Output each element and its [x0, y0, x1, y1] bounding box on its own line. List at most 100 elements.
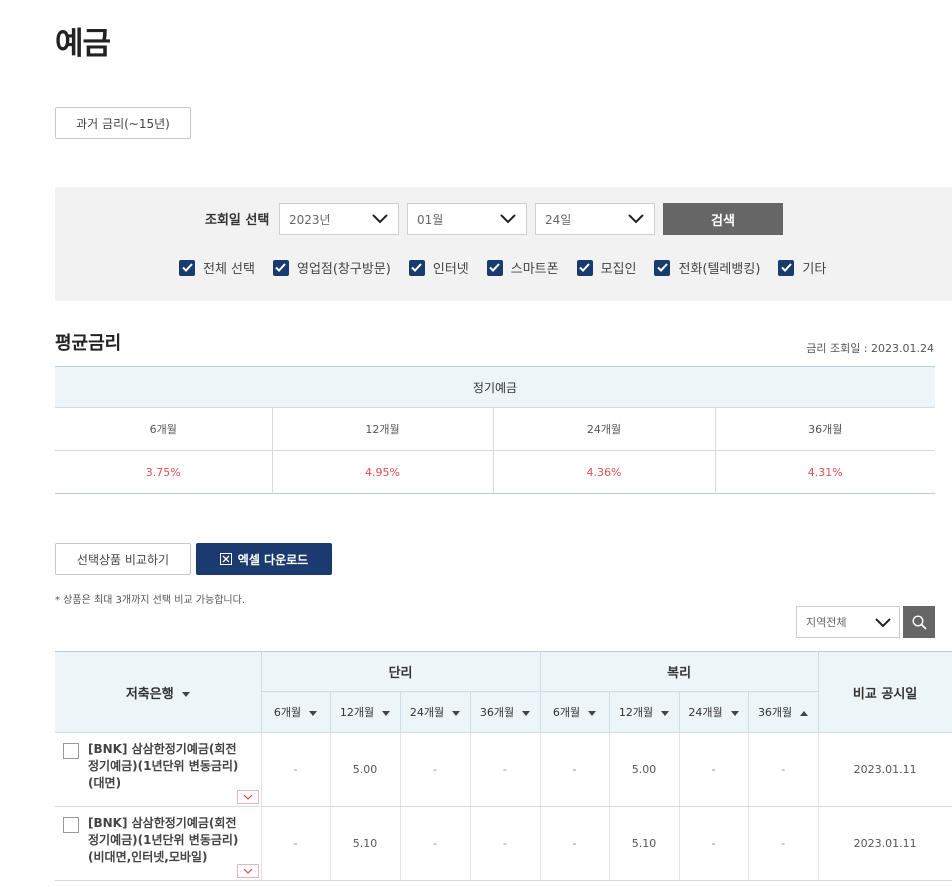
chevron-down-icon: [243, 794, 252, 800]
checkbox-checked-icon: [576, 259, 593, 276]
product-name[interactable]: [BNK] 삼삼한정기예금(회전정기예금)(1년단위 변동금리)(대면): [88, 741, 247, 792]
day-value: 24일: [545, 212, 572, 227]
channel-checkbox-smartphone[interactable]: 스마트폰: [486, 258, 559, 277]
chevron-down-icon: [628, 214, 644, 224]
checkbox-checked-icon: [272, 259, 289, 276]
sort-up-icon: [800, 710, 809, 716]
channel-label: 영업점(창구방문): [296, 262, 391, 277]
rate-cell: -: [679, 732, 749, 807]
rate-cell: 5.00: [330, 732, 401, 807]
average-term-cell: 6개월: [55, 407, 273, 451]
sort-header-simple-36m[interactable]: 36개월: [470, 691, 541, 733]
rate-cell: -: [470, 806, 541, 881]
product-cell: [BNK] 삼삼한정기예금(회전정기예금)(1년단위 변동금리)(대면): [55, 732, 262, 807]
channel-label: 전화(텔레뱅킹): [678, 262, 761, 277]
year-value: 2023년: [289, 212, 331, 227]
sort-header-simple-24m[interactable]: 24개월: [400, 691, 471, 733]
term-label: 12개월: [339, 706, 375, 719]
page-title: 예금: [55, 26, 111, 62]
bank-header-label: 저축은행: [125, 686, 174, 702]
channel-label: 인터넷: [432, 262, 469, 277]
excel-icon: [219, 553, 232, 565]
past-rates-button[interactable]: 과거 금리(~15년): [55, 107, 191, 139]
channel-label: 기타: [802, 262, 827, 277]
region-search-button[interactable]: [903, 606, 935, 638]
sort-down-icon: [522, 710, 531, 716]
chevron-down-icon: [875, 618, 891, 628]
chevron-down-icon: [243, 868, 252, 874]
search-icon: [911, 614, 927, 630]
expand-row-button[interactable]: [236, 790, 259, 804]
rate-cell: -: [261, 806, 331, 881]
average-term-cell: 12개월: [272, 407, 494, 451]
channel-checkbox-all[interactable]: 전체 선택: [179, 258, 255, 277]
checkbox-checked-icon: [486, 259, 503, 276]
term-label: 12개월: [618, 706, 654, 719]
month-select[interactable]: 01월: [407, 203, 527, 235]
table-row: [BNK] 삼삼한정기예금(회전정기예금)(1년단위 변동금리)(대면) - 5…: [55, 732, 952, 807]
product-checkbox[interactable]: [63, 817, 79, 833]
bank-sort-header[interactable]: 저축은행: [55, 651, 262, 733]
average-rate-cell: 4.31%: [807, 465, 843, 479]
checkbox-checked-icon: [654, 259, 671, 276]
average-rate-group-header: 정기예금: [55, 366, 935, 408]
search-button[interactable]: 검색: [663, 203, 783, 235]
checkbox-checked-icon: [179, 259, 195, 276]
term-label: 6개월: [273, 706, 302, 719]
sort-header-compound-36m[interactable]: 36개월: [748, 691, 819, 733]
sort-header-compound-12m[interactable]: 12개월: [609, 691, 680, 733]
average-rate-date: 금리 조회일 : 2023.01.24: [806, 342, 934, 355]
average-rate-table: 정기예금 6개월 12개월 24개월 36개월 3.75% 4.95% 4.36…: [55, 366, 935, 494]
rate-cell: -: [400, 732, 471, 807]
region-value: 지역전체: [806, 616, 847, 629]
sort-header-simple-6m[interactable]: 6개월: [261, 691, 331, 733]
sort-down-icon: [588, 710, 597, 716]
average-term-cell: 24개월: [493, 407, 716, 451]
average-rate-title: 평균금리: [55, 333, 122, 354]
sort-down-icon: [181, 691, 190, 697]
comparison-date-header: 비교 공시일: [818, 651, 952, 733]
compare-selected-button[interactable]: 선택상품 비교하기: [55, 543, 191, 575]
year-select[interactable]: 2023년: [279, 203, 399, 235]
rate-cell: -: [748, 732, 819, 807]
date-select-label: 조회일 선택: [205, 213, 270, 228]
channel-checkbox-agent[interactable]: 모집인: [576, 258, 636, 277]
month-value: 01월: [417, 212, 444, 227]
rate-cell: -: [400, 806, 471, 881]
rate-cell: -: [748, 806, 819, 881]
channel-checkbox-other[interactable]: 기타: [778, 258, 826, 277]
sort-down-icon: [382, 710, 391, 716]
average-rate-cell: 3.75%: [55, 450, 273, 494]
term-label: 36개월: [479, 706, 515, 719]
table-row: [BNK] 삼삼한정기예금(회전정기예금)(1년단위 변동금리)(비대면,인터넷…: [55, 806, 952, 881]
expand-row-button[interactable]: [236, 864, 259, 878]
rate-cell: -: [540, 732, 610, 807]
channel-checkbox-internet[interactable]: 인터넷: [408, 258, 469, 277]
term-label: 36개월: [757, 706, 793, 719]
product-name[interactable]: [BNK] 삼삼한정기예금(회전정기예금)(1년단위 변동금리)(비대면,인터넷…: [88, 815, 247, 866]
checkbox-checked-icon: [778, 259, 795, 276]
rate-cell: -: [540, 806, 610, 881]
term-label: 6개월: [552, 706, 581, 719]
chevron-down-icon: [372, 214, 388, 224]
sort-header-compound-24m[interactable]: 24개월: [679, 691, 749, 733]
region-select[interactable]: 지역전체: [796, 606, 900, 638]
comparison-date-cell: 2023.01.11: [818, 732, 952, 807]
checkbox-checked-icon: [408, 259, 425, 276]
excel-download-button[interactable]: 엑셀 다운로드: [196, 543, 332, 575]
channel-checkbox-phone[interactable]: 전화(텔레뱅킹): [654, 258, 760, 277]
sort-header-compound-6m[interactable]: 6개월: [540, 691, 610, 733]
channel-checkbox-branch[interactable]: 영업점(창구방문): [272, 258, 391, 277]
product-checkbox[interactable]: [63, 743, 79, 759]
compare-note: * 상품은 최대 3개까지 선택 비교 가능합니다.: [55, 595, 246, 606]
channel-label: 전체 선택: [203, 262, 255, 277]
sort-down-icon: [661, 710, 670, 716]
rate-cell: 5.00: [609, 732, 680, 807]
term-label: 24개월: [688, 706, 723, 719]
sort-down-icon: [309, 710, 318, 716]
rate-cell: 5.10: [330, 806, 401, 881]
day-select[interactable]: 24일: [535, 203, 655, 235]
channel-label: 스마트폰: [510, 262, 559, 277]
chevron-down-icon: [500, 214, 516, 224]
sort-header-simple-12m[interactable]: 12개월: [330, 691, 401, 733]
